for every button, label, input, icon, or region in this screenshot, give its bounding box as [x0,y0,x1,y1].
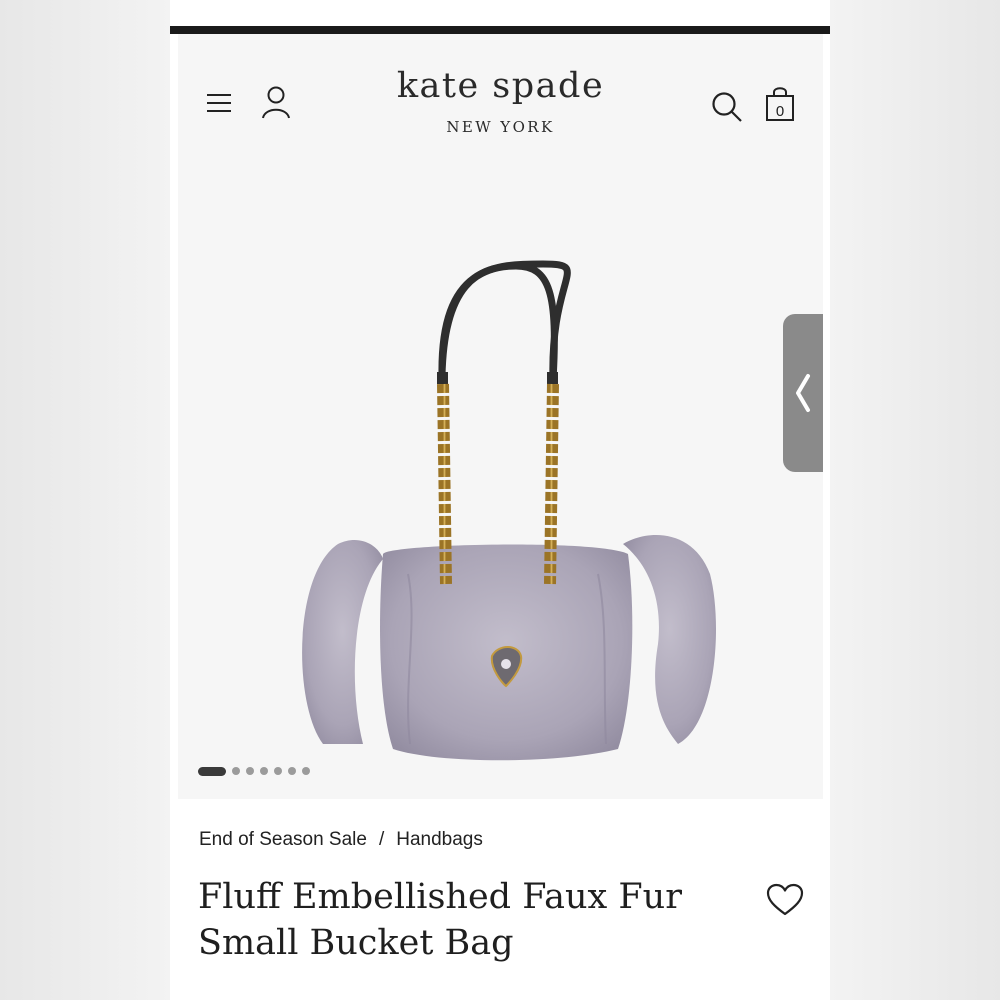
hamburger-menu-icon[interactable] [204,90,234,116]
brand-logo-tagline: NEW YORK [446,118,555,136]
carousel-dot-2[interactable] [232,767,240,775]
phone-screen: kate spade NEW YORK 0 End of Season Sale… [170,0,830,1000]
status-bar [170,26,830,34]
search-icon[interactable] [710,90,744,124]
carousel-dot-1[interactable] [198,766,226,776]
chevron-left-icon [796,374,810,412]
carousel-dot-4[interactable] [260,767,268,775]
breadcrumb-separator: / [378,829,385,850]
shopping-bag-icon[interactable]: 0 [763,84,797,122]
bag-count: 0 [776,103,784,120]
user-account-icon[interactable] [260,84,292,120]
product-details: End of Season Sale / Handbags Fluff Embe… [178,799,823,1000]
breadcrumb-item-handbags[interactable]: Handbags [396,829,483,851]
brand-logo[interactable]: kate spade [328,66,673,106]
carousel-dot-7[interactable] [302,767,310,775]
product-title-line2: Small Bucket Bag [198,923,514,963]
page-content: kate spade NEW YORK 0 End of Season Sale… [178,34,823,1000]
side-drawer-tab[interactable] [783,314,823,472]
product-title: Fluff Embellished Faux Fur Small Bucket … [198,874,718,966]
breadcrumb-item-sale[interactable]: End of Season Sale [199,829,367,851]
right-blur-backdrop [830,0,1000,1000]
carousel-dots [198,765,310,777]
carousel-dot-3[interactable] [246,767,254,775]
breadcrumb: End of Season Sale / Handbags [199,829,483,851]
heart-icon[interactable] [766,883,804,917]
carousel-dot-6[interactable] [288,767,296,775]
product-image[interactable] [178,144,823,799]
product-title-line1: Fluff Embellished Faux Fur [198,877,682,917]
carousel-dot-5[interactable] [274,767,282,775]
site-header: kate spade NEW YORK 0 [178,34,823,144]
left-blur-backdrop [0,0,170,1000]
